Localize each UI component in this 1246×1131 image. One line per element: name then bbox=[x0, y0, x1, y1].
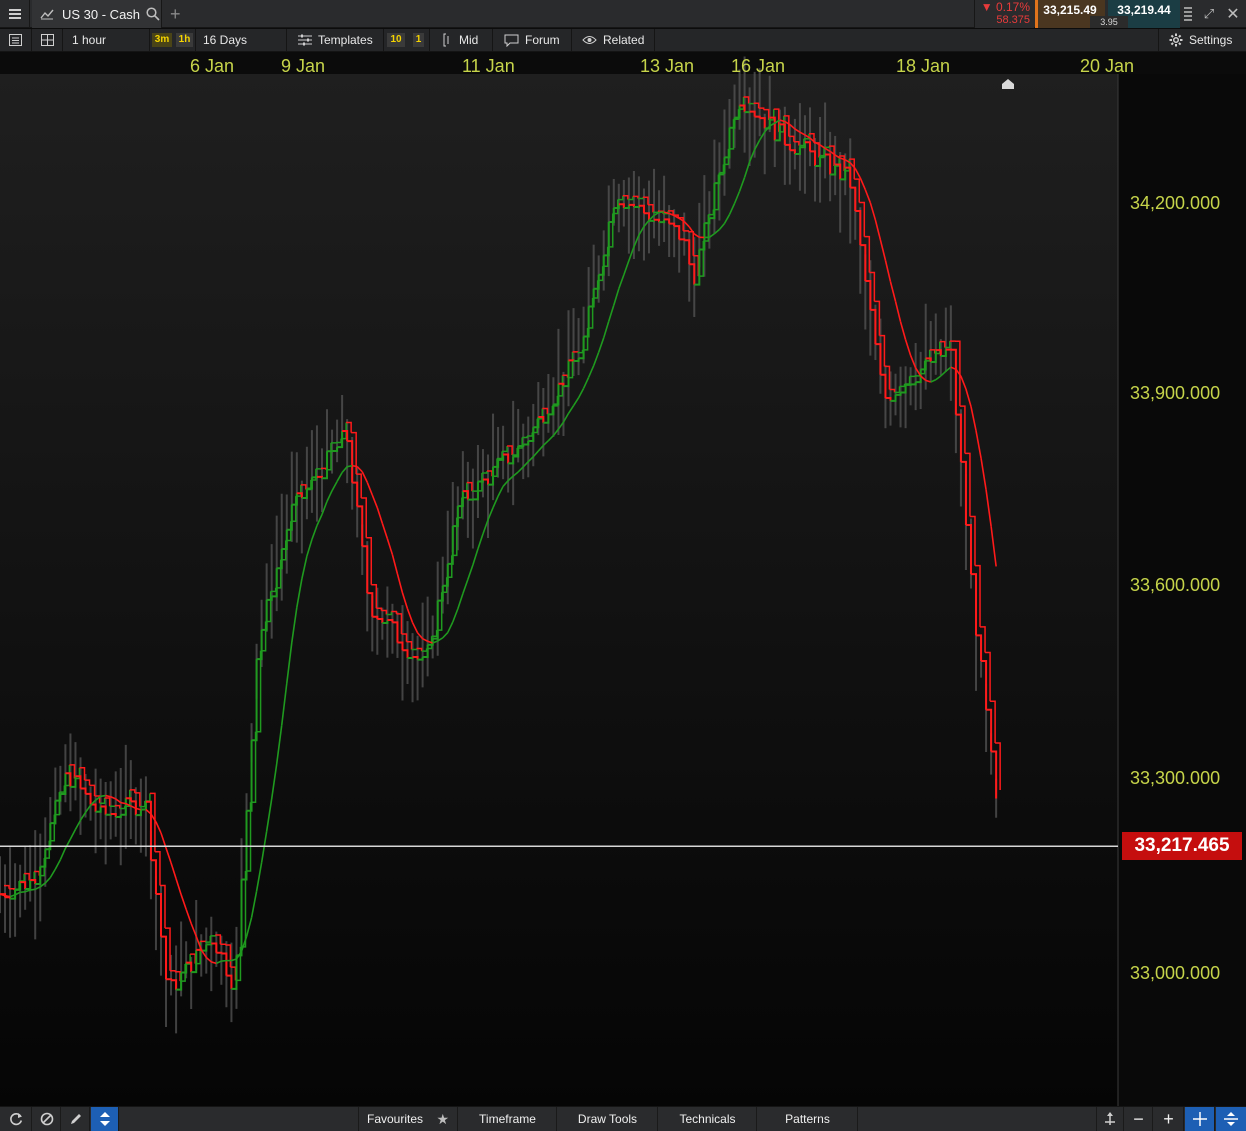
no-entry-icon[interactable] bbox=[33, 1107, 61, 1131]
moving-average-segment bbox=[30, 888, 36, 891]
chart-canvas[interactable] bbox=[0, 52, 1246, 1106]
chart-toolbar: 1 hour 3m 1h 16 Days Templates 10 1 Mid … bbox=[0, 29, 1246, 52]
mid-label: Mid bbox=[459, 33, 479, 47]
list-view-icon[interactable] bbox=[0, 29, 32, 51]
up-step-shadow bbox=[109, 805, 116, 807]
forum-label: Forum bbox=[525, 33, 560, 47]
vertical-split-icon[interactable] bbox=[1216, 1107, 1246, 1131]
down-step bbox=[679, 238, 686, 241]
sell-price: 33,215.49 bbox=[1043, 3, 1097, 17]
gear-icon bbox=[1169, 33, 1183, 47]
period-select[interactable]: 16 Days bbox=[197, 29, 287, 51]
pencil-icon[interactable] bbox=[62, 1107, 90, 1131]
x-tick-label: 11 Jan bbox=[462, 56, 515, 76]
down-step-shadow bbox=[572, 351, 579, 353]
sliders-icon bbox=[298, 34, 312, 46]
moving-average-segment bbox=[4, 894, 11, 898]
last-price-badge: 33,217.465 bbox=[1122, 832, 1242, 861]
x-tick-label: 13 Jan bbox=[640, 56, 695, 76]
x-tick-label: 6 Jan bbox=[190, 56, 235, 76]
interval-select[interactable]: 1 hour bbox=[64, 29, 150, 51]
refresh-icon[interactable] bbox=[0, 1107, 32, 1131]
moving-average-segment bbox=[346, 464, 353, 468]
down-step bbox=[568, 359, 575, 362]
y-tick-label: 34,200.000 bbox=[1130, 193, 1221, 213]
bottom-bar: Favourites ★ Timeframe Draw Tools Techni… bbox=[0, 1106, 1246, 1131]
forum-button[interactable]: Forum bbox=[494, 29, 572, 51]
vertical-arrows-icon[interactable] bbox=[91, 1107, 119, 1131]
timeframe-1h-button[interactable]: 1h bbox=[174, 29, 196, 51]
timeframe-button[interactable]: Timeframe bbox=[459, 1107, 557, 1131]
change-percent: ▼ 0.17% bbox=[980, 0, 1030, 14]
y-tick-label: 33,000.000 bbox=[1130, 963, 1221, 983]
moving-average-segment bbox=[100, 794, 106, 798]
timeframe-3m-button[interactable]: 3m bbox=[151, 29, 173, 51]
drag-handle-icon[interactable] bbox=[1180, 0, 1196, 28]
draw-tools-button[interactable]: Draw Tools bbox=[558, 1107, 658, 1131]
up-step-shadow bbox=[909, 375, 916, 378]
down-step-shadow bbox=[200, 940, 206, 943]
chat-bubble-icon bbox=[504, 34, 519, 47]
technicals-label: Technicals bbox=[679, 1112, 736, 1126]
technicals-button[interactable]: Technicals bbox=[659, 1107, 757, 1131]
line-chart-icon bbox=[40, 8, 54, 20]
crosshair-icon[interactable] bbox=[1185, 1107, 1215, 1131]
x-tick-label: 20 Jan bbox=[1080, 56, 1135, 76]
y-tick-label: 33,900.000 bbox=[1130, 383, 1221, 403]
mid-price-button[interactable]: Mid bbox=[431, 29, 493, 51]
badge-1-button[interactable]: 1 bbox=[408, 29, 430, 51]
moving-average-segment bbox=[20, 890, 26, 894]
instrument-tab[interactable]: US 30 - Cash bbox=[32, 0, 162, 28]
zoom-in-button[interactable]: + bbox=[1154, 1107, 1184, 1131]
layout-grid-icon[interactable] bbox=[33, 29, 63, 51]
down-step-shadow bbox=[220, 943, 227, 946]
draw-tools-label: Draw Tools bbox=[577, 1112, 638, 1126]
zoom-out-button[interactable]: − bbox=[1125, 1107, 1153, 1131]
badge-10-button[interactable]: 10 bbox=[385, 29, 407, 51]
timeframe-label: Timeframe bbox=[479, 1112, 536, 1126]
templates-button[interactable]: Templates bbox=[288, 29, 384, 51]
change-points: 58.375 bbox=[996, 14, 1030, 26]
settings-button[interactable]: Settings bbox=[1158, 29, 1246, 51]
price-change: ▼ 0.17% 58.375 bbox=[974, 0, 1034, 28]
down-step bbox=[166, 978, 173, 981]
templates-label: Templates bbox=[318, 33, 373, 47]
star-icon: ★ bbox=[436, 1110, 449, 1127]
x-tick-label: 18 Jan bbox=[896, 56, 951, 76]
close-icon[interactable]: ✕ bbox=[1222, 0, 1244, 28]
up-step bbox=[105, 813, 112, 816]
up-step bbox=[905, 383, 912, 386]
spread-value: 3.95 bbox=[1090, 16, 1128, 28]
y-tick-label: 33,600.000 bbox=[1130, 575, 1221, 595]
up-step bbox=[407, 657, 414, 660]
patterns-button[interactable]: Patterns bbox=[758, 1107, 858, 1131]
price-chart[interactable]: 6 Jan 9 Jan 11 Jan 13 Jan 16 Jan 18 Jan … bbox=[0, 52, 1246, 1106]
bracket-icon bbox=[443, 33, 453, 47]
hamburger-menu-icon[interactable] bbox=[0, 0, 30, 28]
interval-label: 1 hour bbox=[72, 33, 107, 47]
new-tab-button[interactable]: + bbox=[170, 4, 181, 25]
x-tick-label: 16 Jan bbox=[731, 56, 786, 76]
period-label: 16 Days bbox=[203, 33, 248, 47]
crosshair-anchor-icon[interactable] bbox=[1096, 1107, 1124, 1131]
favourites-button[interactable]: Favourites ★ bbox=[358, 1107, 458, 1131]
settings-label: Settings bbox=[1189, 33, 1233, 47]
y-tick-label: 33,300.000 bbox=[1130, 768, 1221, 788]
title-bar: US 30 - Cash + ▼ 0.17% 58.375 33,215.49 … bbox=[0, 0, 1246, 28]
home-marker-icon[interactable] bbox=[1001, 78, 1015, 90]
related-label: Related bbox=[603, 33, 645, 47]
instrument-title: US 30 - Cash bbox=[62, 6, 141, 22]
search-icon[interactable] bbox=[146, 7, 160, 21]
patterns-label: Patterns bbox=[785, 1112, 830, 1126]
moving-average-segment bbox=[120, 801, 126, 805]
up-step bbox=[206, 943, 213, 946]
related-button[interactable]: Related bbox=[573, 29, 655, 51]
expand-icon[interactable]: ⤢ bbox=[1198, 0, 1220, 28]
buy-price: 33,219.44 bbox=[1117, 3, 1171, 17]
moving-average-segment bbox=[352, 464, 358, 468]
x-tick-label: 9 Jan bbox=[281, 56, 326, 76]
favourites-label: Favourites bbox=[367, 1112, 424, 1126]
down-step bbox=[216, 951, 223, 954]
eye-icon bbox=[582, 35, 597, 45]
